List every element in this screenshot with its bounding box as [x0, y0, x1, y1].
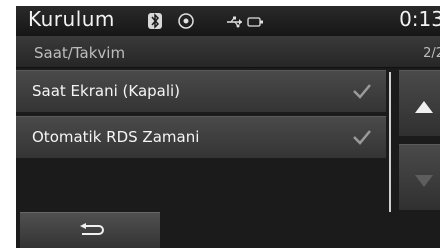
- usb-icon: [226, 14, 266, 28]
- scroll-up-button[interactable]: [399, 70, 440, 136]
- scroll-down-button[interactable]: [399, 144, 440, 210]
- return-arrow-icon: [78, 223, 104, 239]
- triangle-up-icon: [415, 98, 433, 113]
- scroll-divider: [389, 72, 391, 212]
- setting-label: Otomatik RDS Zamani: [32, 128, 200, 146]
- clock: 0:13: [399, 7, 440, 31]
- infotainment-screen: Kurulum 0:13 Saat/Takvim 2/2 Saat Ekrani…: [16, 6, 440, 248]
- back-button[interactable]: [20, 212, 160, 248]
- page-title: Saat/Takvim: [34, 44, 126, 62]
- settings-list: Saat Ekrani (Kapali) Otomatik RDS Zamani: [16, 70, 388, 162]
- bluetooth-icon: [148, 13, 162, 29]
- setting-auto-rds-time[interactable]: Otomatik RDS Zamani: [16, 116, 386, 158]
- checkmark-icon[interactable]: [352, 82, 372, 100]
- section-header: Saat/Takvim 2/2: [16, 36, 440, 68]
- app-title: Kurulum: [28, 7, 115, 31]
- checkmark-icon[interactable]: [352, 128, 372, 146]
- triangle-down-icon: [415, 172, 433, 187]
- setting-clock-display[interactable]: Saat Ekrani (Kapali): [16, 70, 386, 112]
- setting-label: Saat Ekrani (Kapali): [32, 82, 181, 100]
- status-bar: Kurulum 0:13: [16, 6, 440, 36]
- page-indicator: 2/2: [423, 46, 440, 61]
- target-icon: [177, 12, 195, 30]
